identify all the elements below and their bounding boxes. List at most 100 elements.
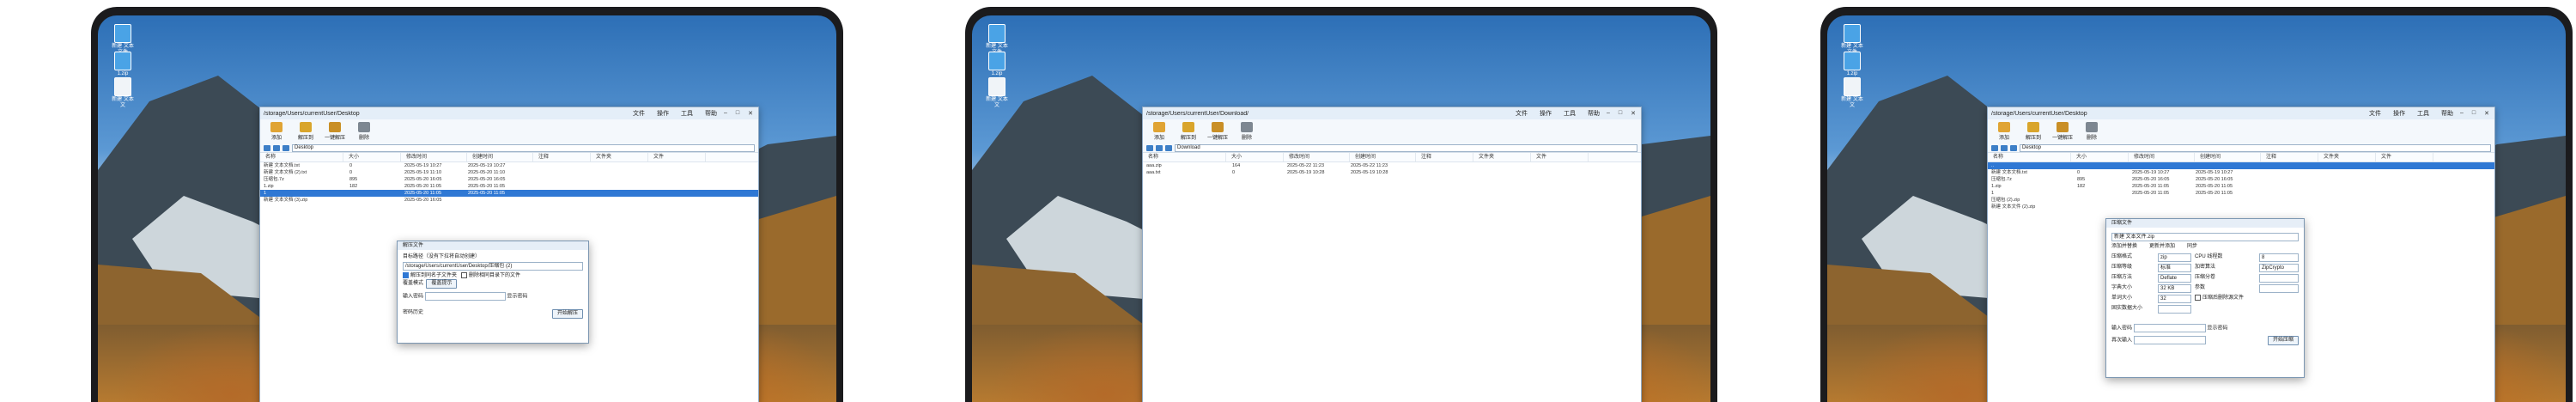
- desktop-icon-zip[interactable]: 1.zip: [986, 52, 1008, 77]
- table-row[interactable]: 新建 文本文件 (2).zip: [1988, 204, 2494, 210]
- address-input[interactable]: Desktop: [2020, 143, 2491, 152]
- mode-update-add[interactable]: 更新并添加: [2149, 243, 2175, 250]
- desktop-icon-zip[interactable]: 1.zip: [1841, 52, 1863, 77]
- table-row[interactable]: aaa.txt 0 2025-05-19 10:28 2025-05-19 10:28: [1143, 169, 1641, 176]
- menu-action[interactable]: 操作: [1540, 109, 1552, 118]
- menu-tools[interactable]: 工具: [1564, 109, 1576, 118]
- minimize-icon[interactable]: –: [2460, 110, 2464, 117]
- table-row[interactable]: 新建 文本文档.txt 0 2025-05-19 10:27 2025-05-19 1…: [1988, 169, 2494, 176]
- maximize-icon[interactable]: □: [1619, 110, 1622, 117]
- forward-icon[interactable]: [273, 144, 280, 151]
- col-files[interactable]: 文件: [648, 153, 706, 161]
- col-folders[interactable]: 文件夹: [2318, 153, 2376, 161]
- maximize-icon[interactable]: □: [2472, 110, 2476, 117]
- table-row[interactable]: 新建 文本文档.txt 0 2025-05-19 10:27 2025-05-19 1…: [260, 162, 758, 169]
- col-comment[interactable]: 注释: [2261, 153, 2318, 161]
- col-created[interactable]: 创建时间: [467, 153, 533, 161]
- solid-size-select[interactable]: [2158, 305, 2191, 314]
- menu-action[interactable]: 操作: [2393, 109, 2405, 118]
- delete-button[interactable]: 删除: [2081, 122, 2103, 141]
- col-files[interactable]: 文件: [2376, 153, 2433, 161]
- close-icon[interactable]: ✕: [2484, 110, 2489, 117]
- add-button[interactable]: 添加: [265, 122, 288, 141]
- table-row[interactable]: 压缩包.7z 895 2025-05-20 16:05 2025-05-20 16:0…: [260, 176, 758, 183]
- back-icon[interactable]: [1991, 144, 1998, 151]
- menu-help[interactable]: 帮助: [1588, 109, 1600, 118]
- desktop-icon-text-file-2[interactable]: 新建 文本文: [112, 77, 134, 109]
- desktop-icon-text-file-2[interactable]: 新建 文本文: [986, 77, 1008, 109]
- col-size[interactable]: 大小: [343, 153, 401, 161]
- target-path-input[interactable]: /storage/Users/currentUser/Desktop/压缩包 (…: [403, 262, 583, 271]
- col-folders[interactable]: 文件夹: [1473, 153, 1531, 161]
- table-row-selected[interactable]: ..: [1988, 162, 2494, 169]
- table-row[interactable]: 1 2025-05-20 11:05 2025-05-20 11:05: [1988, 190, 2494, 197]
- up-icon[interactable]: [2010, 144, 2017, 151]
- confirm-password-input[interactable]: [2133, 336, 2206, 344]
- show-password-label[interactable]: 显示密码: [507, 295, 527, 300]
- table-row[interactable]: 新建 文本文档 (3).zip 2025-05-20 16:05: [260, 197, 758, 204]
- up-icon[interactable]: [283, 144, 289, 151]
- back-icon[interactable]: [264, 144, 270, 151]
- col-comment[interactable]: 注释: [1416, 153, 1473, 161]
- address-input[interactable]: Download: [1175, 143, 1637, 152]
- delete-same-checkbox[interactable]: [461, 272, 468, 278]
- address-input[interactable]: Desktop: [292, 143, 755, 152]
- up-icon[interactable]: [1165, 144, 1172, 151]
- menu-help[interactable]: 帮助: [705, 109, 717, 118]
- table-row[interactable]: 压缩包 (2).zip: [1988, 197, 2494, 204]
- table-row[interactable]: aaa.zip 164 2025-05-22 11:23 2025-05-22 11:…: [1143, 162, 1641, 169]
- dictionary-select[interactable]: 32 KB: [2158, 284, 2191, 293]
- overwrite-select[interactable]: 覆盖提示: [426, 279, 458, 289]
- col-created[interactable]: 创建时间: [2195, 153, 2261, 161]
- col-created[interactable]: 创建时间: [1350, 153, 1416, 161]
- menu-tools[interactable]: 工具: [681, 109, 693, 118]
- col-comment[interactable]: 注释: [533, 153, 591, 161]
- menu-tools[interactable]: 工具: [2417, 109, 2429, 118]
- extract-to-button[interactable]: 解压到: [295, 122, 317, 141]
- volume-select[interactable]: [2259, 274, 2299, 283]
- close-icon[interactable]: ✕: [748, 110, 753, 117]
- col-modified[interactable]: 修改时间: [2129, 153, 2195, 161]
- minimize-icon[interactable]: –: [1607, 110, 1610, 117]
- method-select[interactable]: Deflate: [2158, 274, 2191, 283]
- archive-name-input[interactable]: 新建 文本文件.zip: [2111, 233, 2299, 241]
- col-modified[interactable]: 修改时间: [1284, 153, 1350, 161]
- menu-file[interactable]: 文件: [2369, 109, 2381, 118]
- show-password-label[interactable]: 显示密码: [2207, 326, 2227, 332]
- word-size-select[interactable]: 32: [2158, 295, 2191, 303]
- minimize-icon[interactable]: –: [724, 110, 727, 117]
- start-compress-button[interactable]: 开始压缩: [2267, 335, 2299, 345]
- menu-file[interactable]: 文件: [1516, 109, 1528, 118]
- delete-after-checkbox[interactable]: [2195, 295, 2201, 301]
- one-click-extract-button[interactable]: 一键解压: [324, 122, 346, 141]
- mode-sync[interactable]: 同步: [2187, 243, 2197, 250]
- desktop-icon-zip[interactable]: 1.zip: [112, 52, 134, 77]
- maximize-icon[interactable]: □: [736, 110, 739, 117]
- subfolder-checkbox[interactable]: [403, 272, 409, 278]
- menu-action[interactable]: 操作: [657, 109, 669, 118]
- col-files[interactable]: 文件: [1531, 153, 1589, 161]
- col-folders[interactable]: 文件夹: [591, 153, 648, 161]
- col-name[interactable]: 名称: [1143, 153, 1226, 161]
- add-button[interactable]: 添加: [1993, 122, 2015, 141]
- menu-help[interactable]: 帮助: [2441, 109, 2453, 118]
- encryption-select[interactable]: ZipCrypto: [2259, 264, 2299, 272]
- table-row[interactable]: 1.zip 182 2025-05-20 11:05 2025-05-20 11:05: [260, 183, 758, 190]
- start-extract-button[interactable]: 开始解压: [551, 309, 583, 320]
- forward-icon[interactable]: [2001, 144, 2008, 151]
- mode-add-replace[interactable]: 添加并替换: [2111, 243, 2137, 250]
- password-history-link[interactable]: 密码历史: [403, 309, 423, 319]
- extract-to-button[interactable]: 解压到: [1177, 122, 1200, 141]
- add-button[interactable]: 添加: [1148, 122, 1170, 141]
- table-row[interactable]: 1.zip 182 2025-05-20 11:05 2025-05-20 11:05: [1988, 183, 2494, 190]
- table-row-selected[interactable]: 1 2025-05-20 11:05 2025-05-20 11:05: [260, 190, 758, 197]
- level-select[interactable]: 标准: [2158, 264, 2191, 272]
- col-size[interactable]: 大小: [2071, 153, 2129, 161]
- cpu-threads-select[interactable]: 8: [2259, 253, 2299, 262]
- back-icon[interactable]: [1146, 144, 1153, 151]
- password-input[interactable]: [2133, 324, 2206, 332]
- extract-to-button[interactable]: 解压到: [2022, 122, 2044, 141]
- col-modified[interactable]: 修改时间: [401, 153, 467, 161]
- password-input[interactable]: [424, 292, 506, 302]
- table-row[interactable]: 新建 文本文档 (2).txt 0 2025-05-19 11:10 2025-05-…: [260, 169, 758, 176]
